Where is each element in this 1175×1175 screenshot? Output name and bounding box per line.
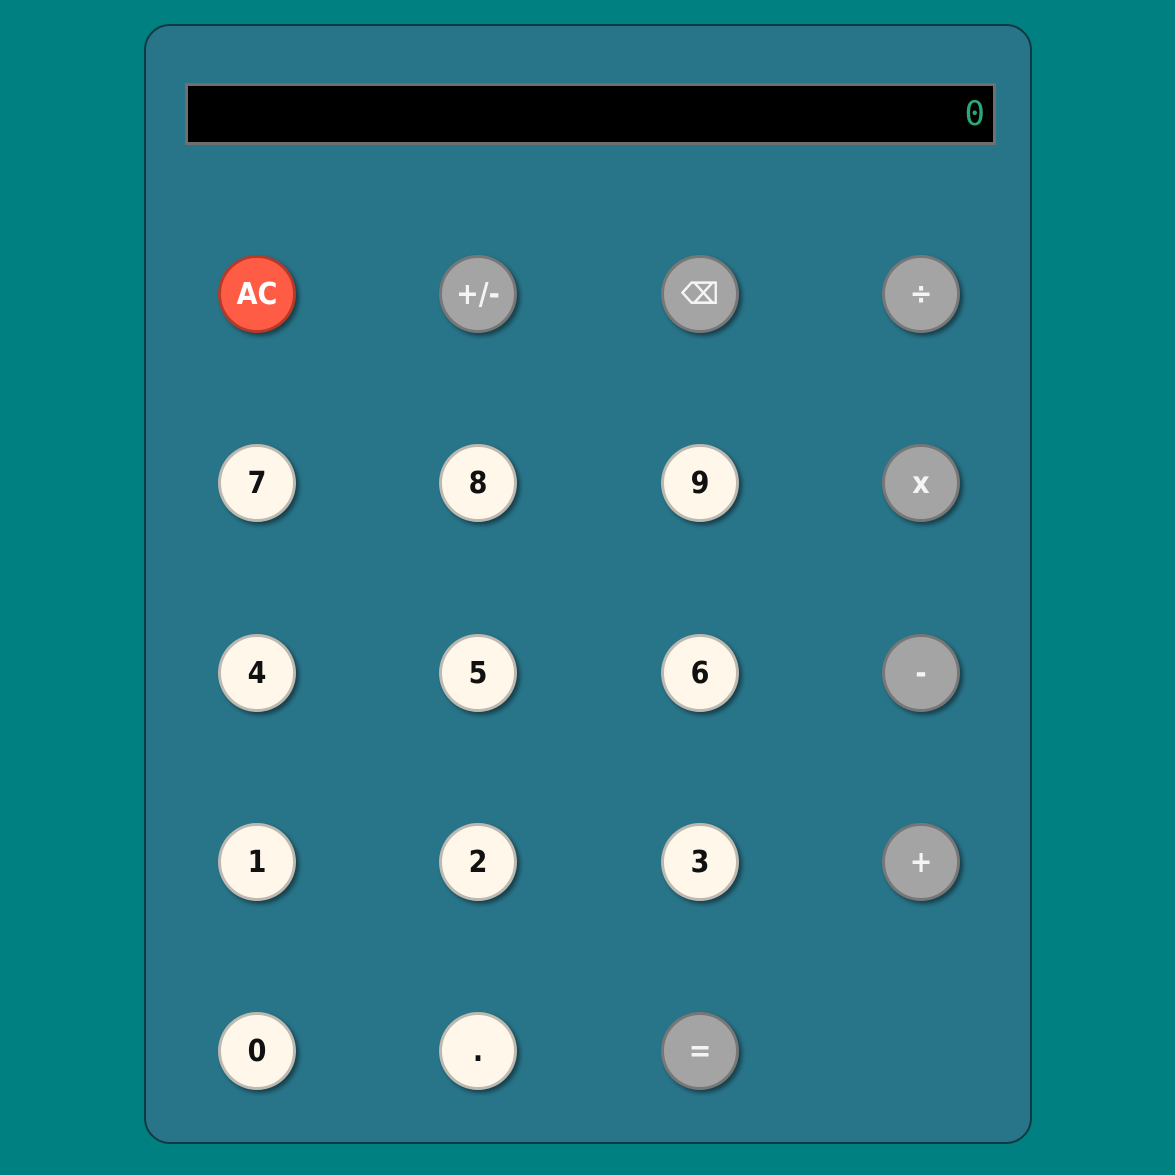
digit-2-button[interactable]: 2 (439, 823, 517, 901)
decimal-button[interactable]: . (439, 1012, 517, 1090)
divide-button[interactable]: ÷ (882, 255, 960, 333)
digit-4-label: 4 (247, 655, 267, 691)
multiply-button[interactable]: x (882, 444, 960, 522)
multiply-label: x (912, 465, 930, 501)
equals-label: = (688, 1033, 712, 1069)
backspace-button[interactable]: ⌫ (661, 255, 739, 333)
digit-3-button[interactable]: 3 (661, 823, 739, 901)
digit-8-button[interactable]: 8 (439, 444, 517, 522)
equals-button[interactable]: = (661, 1012, 739, 1090)
digit-7-label: 7 (247, 465, 267, 501)
digit-6-label: 6 (690, 655, 710, 691)
backspace-icon: ⌫ (680, 276, 720, 312)
subtract-button[interactable]: - (882, 634, 960, 712)
clear-label: AC (236, 276, 278, 312)
digit-9-button[interactable]: 9 (661, 444, 739, 522)
digit-5-button[interactable]: 5 (439, 634, 517, 712)
digit-1-label: 1 (247, 844, 267, 880)
digit-0-label: 0 (247, 1033, 267, 1069)
digit-9-label: 9 (690, 465, 710, 501)
toggle-sign-button[interactable]: +/- (439, 255, 517, 333)
digit-2-label: 2 (468, 844, 488, 880)
divide-label: ÷ (909, 276, 933, 312)
digit-1-button[interactable]: 1 (218, 823, 296, 901)
digit-0-button[interactable]: 0 (218, 1012, 296, 1090)
add-label: + (909, 844, 933, 880)
subtract-label: - (915, 655, 927, 691)
digit-5-label: 5 (468, 655, 488, 691)
digit-3-label: 3 (690, 844, 710, 880)
calculator-body: 0 AC +/- ⌫ ÷ 7 8 9 x 4 5 6 - 1 2 3 + 0 .… (144, 24, 1032, 1144)
digit-7-button[interactable]: 7 (218, 444, 296, 522)
decimal-label: . (472, 1033, 484, 1069)
clear-button[interactable]: AC (218, 255, 296, 333)
display-value: 0 (964, 94, 985, 134)
add-button[interactable]: + (882, 823, 960, 901)
toggle-sign-label: +/- (456, 276, 500, 312)
digit-8-label: 8 (468, 465, 488, 501)
calculator-display: 0 (185, 83, 996, 145)
digit-4-button[interactable]: 4 (218, 634, 296, 712)
digit-6-button[interactable]: 6 (661, 634, 739, 712)
